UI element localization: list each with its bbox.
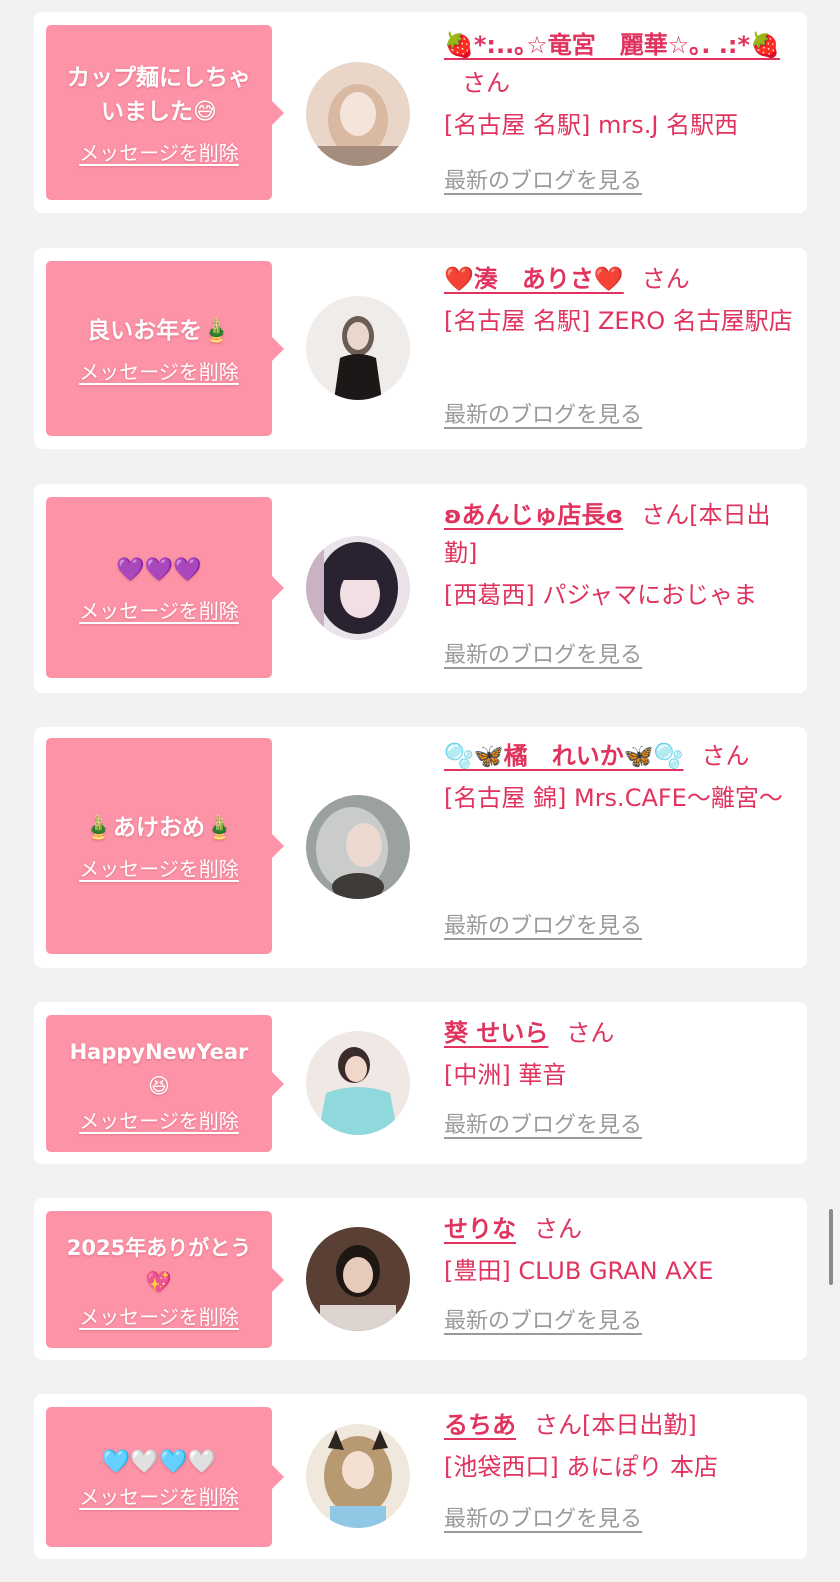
cast-name-line: 🫧🦋橘 れいか🦋🫧 さん — [444, 737, 794, 775]
delete-message-link[interactable]: メッセージを削除 — [79, 599, 239, 623]
shop-name: [中洲] 華音 — [444, 1061, 567, 1089]
avatar-photo — [306, 795, 410, 899]
shop-name: [名古屋 名駅] mrs.J 名駅西 — [444, 111, 739, 139]
delete-message-link[interactable]: メッセージを削除 — [79, 1485, 239, 1509]
cast-info: 葵 せいら さん [中洲] 華音 — [444, 1014, 794, 1094]
delete-message-link[interactable]: メッセージを削除 — [79, 1109, 239, 1133]
cast-name-link[interactable]: 🫧🦋橘 れいか🦋🫧 — [444, 742, 684, 770]
message-card: 💜💜💜 メッセージを削除 ʚあんじゅ店長ɞ さん[本日出勤] [西葛西] パジャマ… — [34, 484, 807, 693]
cast-name-link[interactable]: 🍓*:..｡☆竜宮 麗華☆｡. .:*🍓 — [444, 31, 780, 59]
message-bubble: 2025年ありがとう 💖 メッセージを削除 — [46, 1211, 284, 1348]
shop-name: [名古屋 錦] Mrs.CAFE〜離宮〜 — [444, 784, 783, 812]
cast-name-link[interactable]: 葵 せいら — [444, 1019, 548, 1047]
message-bubble: HappyNewYear 😆 メッセージを削除 — [46, 1015, 284, 1152]
status-text: [本日出勤] — [582, 1411, 697, 1439]
message-card: 良いお年を🎍 メッセージを削除 ❤️湊 ありさ❤️ さん [名古屋 名駅] ZER… — [34, 248, 807, 449]
message-card: 2025年ありがとう 💖 メッセージを削除 せりな さん [豊田] CLUB GR… — [34, 1198, 807, 1360]
avatar-photo — [306, 1424, 410, 1528]
avatar[interactable] — [306, 62, 410, 166]
message-text: カップ麺にしちゃ いました😅 — [67, 64, 251, 125]
delete-message-link[interactable]: メッセージを削除 — [79, 360, 239, 384]
avatar-photo — [306, 62, 410, 166]
avatar-photo — [306, 296, 410, 400]
latest-blog-link[interactable]: 最新のブログを見る — [444, 168, 642, 196]
avatar-photo — [306, 1227, 410, 1331]
shop-name: [豊田] CLUB GRAN AXE — [444, 1257, 714, 1285]
avatar[interactable] — [306, 296, 410, 400]
avatar[interactable] — [306, 1424, 410, 1528]
shop-name: [池袋西口] あにぽり 本店 — [444, 1453, 718, 1481]
avatar-photo — [306, 1031, 410, 1135]
honorific: さん — [566, 1019, 615, 1047]
honorific: さん — [462, 69, 510, 97]
cast-name-line: るちあ さん[本日出勤] — [444, 1406, 794, 1444]
latest-blog-link[interactable]: 最新のブログを見る — [444, 1506, 642, 1534]
cast-name-link[interactable]: ❤️湊 ありさ❤️ — [444, 265, 624, 293]
cast-info: 🍓*:..｡☆竜宮 麗華☆｡. .:*🍓 さん [名古屋 名駅] mrs.J 名駅… — [444, 26, 794, 144]
avatar[interactable] — [306, 1031, 410, 1135]
message-bubble: 🎍あけおめ🎍 メッセージを削除 — [46, 738, 284, 954]
cast-info: せりな さん [豊田] CLUB GRAN AXE — [444, 1210, 794, 1290]
message-text: HappyNewYear 😆 — [69, 1039, 249, 1098]
latest-blog-link[interactable]: 最新のブログを見る — [444, 402, 642, 430]
delete-message-link[interactable]: メッセージを削除 — [79, 857, 239, 881]
cast-name-line: 🍓*:..｡☆竜宮 麗華☆｡. .:*🍓 さん — [444, 26, 794, 102]
message-list: カップ麺にしちゃ いました😅 メッセージを削除 🍓*:..｡☆竜宮 麗華☆｡. … — [0, 0, 840, 1582]
cast-info: ʚあんじゅ店長ɞ さん[本日出勤] [西葛西] パジャマにおじゃま — [444, 496, 794, 614]
cast-name-line: ʚあんじゅ店長ɞ さん[本日出勤] — [444, 496, 794, 572]
message-card: 🩵🤍🩵🤍 メッセージを削除 るちあ さん[本日出勤] [池袋西口] あにぽり 本店… — [34, 1394, 807, 1559]
honorific: さん — [534, 1411, 582, 1439]
avatar[interactable] — [306, 795, 410, 899]
message-text: 🎍あけおめ🎍 — [84, 815, 234, 841]
cast-info: 🫧🦋橘 れいか🦋🫧 さん [名古屋 錦] Mrs.CAFE〜離宮〜 — [444, 737, 794, 817]
message-text: 💜💜💜 — [116, 556, 202, 583]
message-text: 🩵🤍🩵🤍 — [101, 1449, 217, 1475]
honorific: さん — [534, 1215, 582, 1243]
delete-message-link[interactable]: メッセージを削除 — [79, 141, 239, 165]
honorific: さん — [641, 501, 690, 529]
latest-blog-link[interactable]: 最新のブログを見る — [444, 1112, 642, 1140]
cast-name-link[interactable]: ʚあんじゅ店長ɞ — [444, 501, 623, 529]
cast-name-line: せりな さん — [444, 1210, 794, 1248]
shop-name: [名古屋 名駅] ZERO 名古屋駅店 — [444, 307, 793, 335]
avatar[interactable] — [306, 1227, 410, 1331]
cast-name-line: 葵 せいら さん — [444, 1014, 794, 1052]
latest-blog-link[interactable]: 最新のブログを見る — [444, 913, 642, 941]
cast-info: ❤️湊 ありさ❤️ さん [名古屋 名駅] ZERO 名古屋駅店 — [444, 260, 794, 340]
avatar[interactable] — [306, 536, 410, 640]
scrollbar[interactable] — [829, 1209, 833, 1285]
avatar-photo — [306, 536, 410, 640]
latest-blog-link[interactable]: 最新のブログを見る — [444, 642, 642, 670]
message-card: HappyNewYear 😆 メッセージを削除 葵 せいら さん [中洲] 華音 … — [34, 1002, 807, 1164]
delete-message-link[interactable]: メッセージを削除 — [79, 1305, 239, 1329]
cast-info: るちあ さん[本日出勤] [池袋西口] あにぽり 本店 — [444, 1406, 794, 1486]
shop-name: [西葛西] パジャマにおじゃま — [444, 581, 758, 609]
message-card: 🎍あけおめ🎍 メッセージを削除 🫧🦋橘 れいか🦋🫧 さん [名古屋 錦] Mrs.… — [34, 727, 807, 968]
message-card: カップ麺にしちゃ いました😅 メッセージを削除 🍓*:..｡☆竜宮 麗華☆｡. … — [34, 12, 807, 213]
cast-name-line: ❤️湊 ありさ❤️ さん — [444, 260, 794, 298]
honorific: さん — [641, 265, 690, 293]
cast-name-link[interactable]: せりな — [444, 1215, 516, 1243]
message-bubble: 💜💜💜 メッセージを削除 — [46, 497, 284, 678]
message-bubble: 🩵🤍🩵🤍 メッセージを削除 — [46, 1407, 284, 1547]
message-text: 良いお年を🎍 — [87, 317, 231, 344]
message-bubble: 良いお年を🎍 メッセージを削除 — [46, 261, 284, 436]
message-text: 2025年ありがとう 💖 — [66, 1235, 252, 1294]
honorific: さん — [701, 742, 750, 770]
latest-blog-link[interactable]: 最新のブログを見る — [444, 1308, 642, 1336]
message-bubble: カップ麺にしちゃ いました😅 メッセージを削除 — [46, 25, 284, 200]
cast-name-link[interactable]: るちあ — [444, 1411, 516, 1439]
